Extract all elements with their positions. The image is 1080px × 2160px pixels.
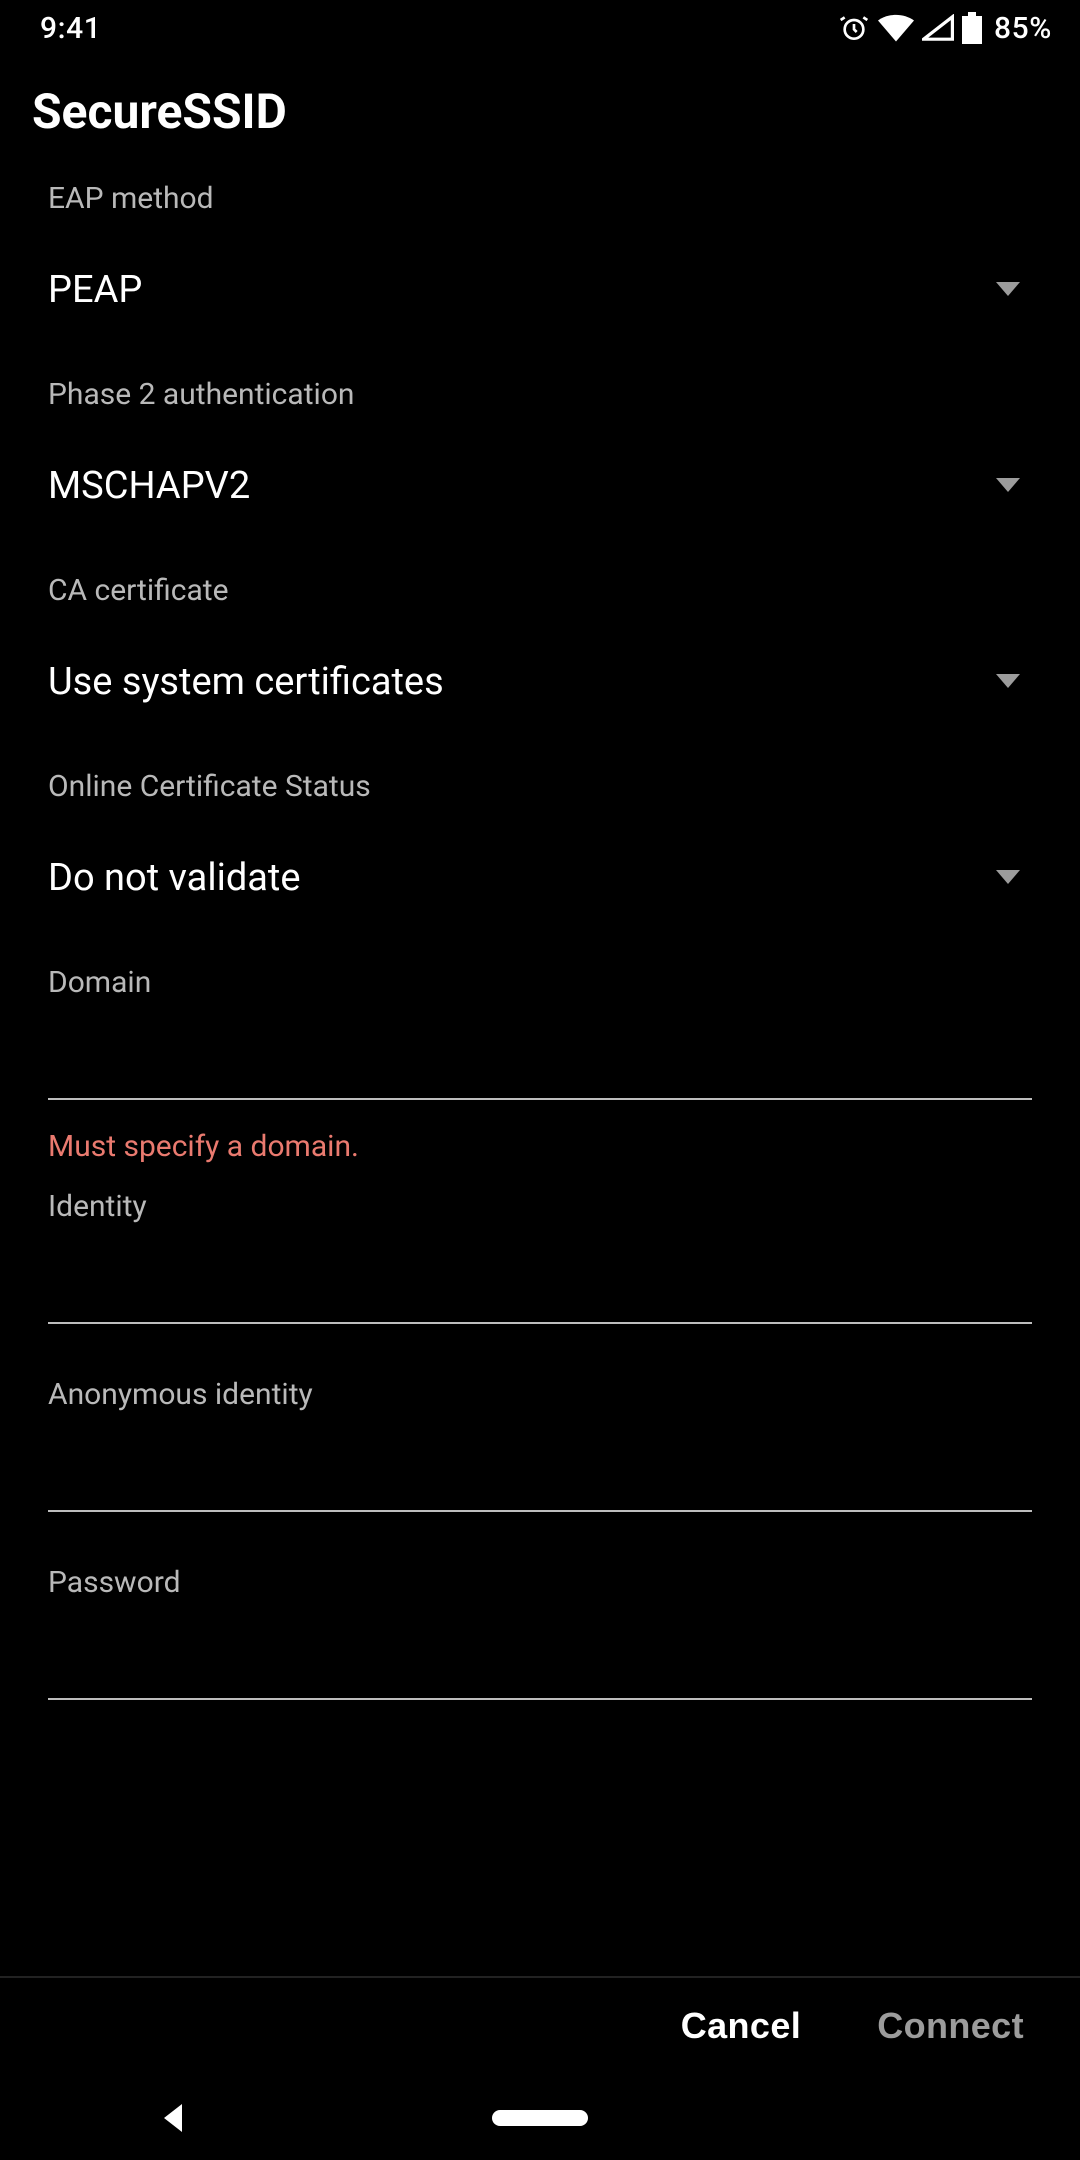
phase2-value: MSCHAPV2 bbox=[48, 461, 250, 507]
ca-cert-value: Use system certificates bbox=[48, 657, 444, 703]
ocsp-value: Do not validate bbox=[48, 853, 301, 899]
status-bar: 9:41 85% bbox=[0, 0, 1080, 56]
wifi-icon bbox=[878, 14, 914, 42]
chevron-down-icon bbox=[996, 281, 1020, 295]
chevron-down-icon bbox=[996, 477, 1020, 491]
ocsp-label: Online Certificate Status bbox=[48, 768, 1032, 804]
eap-method-label: EAP method bbox=[48, 180, 1032, 216]
domain-label: Domain bbox=[48, 964, 1032, 1000]
identity-input[interactable] bbox=[48, 1244, 1032, 1324]
status-time: 9:41 bbox=[40, 10, 101, 46]
ocsp-dropdown[interactable]: Do not validate bbox=[48, 840, 1032, 912]
identity-label: Identity bbox=[48, 1188, 1032, 1224]
ca-cert-label: CA certificate bbox=[48, 572, 1032, 608]
password-label: Password bbox=[48, 1564, 1032, 1600]
system-nav-bar bbox=[0, 2076, 1080, 2160]
cancel-button[interactable]: Cancel bbox=[681, 2006, 801, 2048]
battery-text: 85% bbox=[994, 10, 1052, 46]
password-input[interactable] bbox=[48, 1620, 1032, 1700]
anon-id-label: Anonymous identity bbox=[48, 1376, 1032, 1412]
back-icon[interactable] bbox=[164, 2104, 182, 2132]
phase2-label: Phase 2 authentication bbox=[48, 376, 1032, 412]
form-scroll-area[interactable]: EAP method PEAP Phase 2 authentication M… bbox=[0, 144, 1080, 1976]
cellular-icon bbox=[922, 14, 954, 42]
domain-error: Must specify a domain. bbox=[48, 1128, 1032, 1164]
ca-cert-dropdown[interactable]: Use system certificates bbox=[48, 644, 1032, 716]
alarm-icon bbox=[838, 12, 870, 44]
domain-input[interactable] bbox=[48, 1020, 1032, 1100]
chevron-down-icon bbox=[996, 673, 1020, 687]
eap-method-dropdown[interactable]: PEAP bbox=[48, 252, 1032, 324]
anon-id-input[interactable] bbox=[48, 1432, 1032, 1512]
connect-button[interactable]: Connect bbox=[877, 2006, 1024, 2048]
chevron-down-icon bbox=[996, 869, 1020, 883]
home-indicator[interactable] bbox=[492, 2110, 588, 2126]
status-icons: 85% bbox=[838, 10, 1052, 46]
dialog-button-bar: Cancel Connect bbox=[0, 1976, 1080, 2076]
battery-icon bbox=[962, 12, 982, 44]
eap-method-value: PEAP bbox=[48, 265, 142, 311]
phase2-dropdown[interactable]: MSCHAPV2 bbox=[48, 448, 1032, 520]
